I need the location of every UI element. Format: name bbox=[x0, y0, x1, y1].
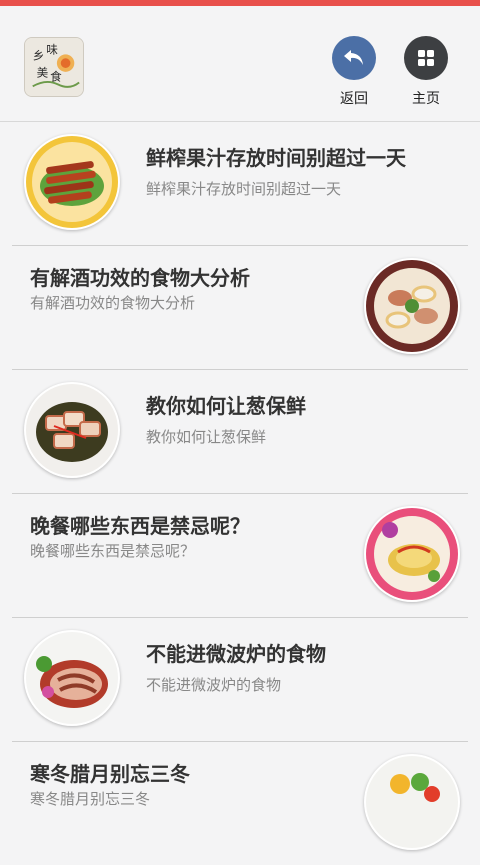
sliced-meat-dish-image bbox=[26, 384, 118, 476]
article-title: 教你如何让葱保鲜 bbox=[146, 394, 306, 418]
article-subtitle: 鲜榨果汁存放时间别超过一天 bbox=[146, 180, 342, 198]
vegetable-dish-image bbox=[366, 756, 458, 848]
food-thumbnail bbox=[24, 630, 120, 726]
app-header: 乡 味 美 食 返回 主页 bbox=[0, 6, 480, 122]
food-thumbnail bbox=[364, 506, 460, 602]
svg-text:美: 美 bbox=[37, 66, 49, 80]
article-title: 有解酒功效的食物大分析 bbox=[30, 266, 250, 290]
app-logo: 乡 味 美 食 bbox=[24, 37, 84, 97]
svg-text:食: 食 bbox=[50, 70, 62, 84]
article-subtitle: 有解酒功效的食物大分析 bbox=[30, 294, 196, 312]
steamed-dish-image bbox=[366, 508, 458, 600]
back-button-circle[interactable] bbox=[332, 36, 376, 80]
list-item[interactable]: 鲜榨果汁存放时间别超过一天 鲜榨果汁存放时间别超过一天 bbox=[12, 122, 468, 246]
logo-image: 乡 味 美 食 bbox=[25, 38, 83, 96]
svg-text:乡: 乡 bbox=[33, 48, 45, 62]
article-title: 晚餐哪些东西是禁忌呢？ bbox=[30, 514, 250, 538]
kebab-dish-image bbox=[26, 136, 118, 228]
pork-dish-image bbox=[26, 632, 118, 724]
article-list: 鲜榨果汁存放时间别超过一天 鲜榨果汁存放时间别超过一天 有解酒功效的食物大分析 … bbox=[0, 122, 480, 865]
home-button[interactable]: 主页 bbox=[398, 36, 454, 108]
list-item[interactable]: 不能进微波炉的食物 不能进微波炉的食物 bbox=[12, 618, 468, 742]
article-subtitle: 不能进微波炉的食物 bbox=[146, 676, 282, 694]
article-subtitle: 寒冬腊月别忘三冬 bbox=[30, 790, 151, 808]
food-thumbnail bbox=[24, 134, 120, 230]
food-thumbnail bbox=[364, 754, 460, 850]
back-button[interactable]: 返回 bbox=[326, 36, 382, 108]
list-item[interactable]: 教你如何让葱保鲜 教你如何让葱保鲜 bbox=[12, 370, 468, 494]
list-item[interactable]: 寒冬腊月别忘三冬 寒冬腊月别忘三冬 bbox=[12, 742, 468, 865]
article-title: 鲜榨果汁存放时间别超过一天 bbox=[146, 146, 406, 170]
list-item[interactable]: 晚餐哪些东西是禁忌呢？ 晚餐哪些东西是禁忌呢？ bbox=[12, 494, 468, 618]
svg-text:味: 味 bbox=[46, 42, 58, 56]
home-button-circle[interactable] bbox=[404, 36, 448, 80]
article-title: 寒冬腊月别忘三冬 bbox=[30, 762, 190, 786]
food-thumbnail bbox=[24, 382, 120, 478]
home-button-label: 主页 bbox=[412, 91, 440, 107]
food-thumbnail bbox=[364, 258, 460, 354]
back-button-label: 返回 bbox=[340, 91, 368, 107]
article-title: 不能进微波炉的食物 bbox=[146, 642, 326, 666]
grid-icon bbox=[418, 50, 434, 66]
platter-dish-image bbox=[366, 260, 458, 352]
list-item[interactable]: 有解酒功效的食物大分析 有解酒功效的食物大分析 bbox=[12, 246, 468, 370]
back-arrow-icon bbox=[344, 50, 363, 65]
article-subtitle: 晚餐哪些东西是禁忌呢？ bbox=[30, 542, 196, 560]
article-subtitle: 教你如何让葱保鲜 bbox=[146, 428, 267, 446]
